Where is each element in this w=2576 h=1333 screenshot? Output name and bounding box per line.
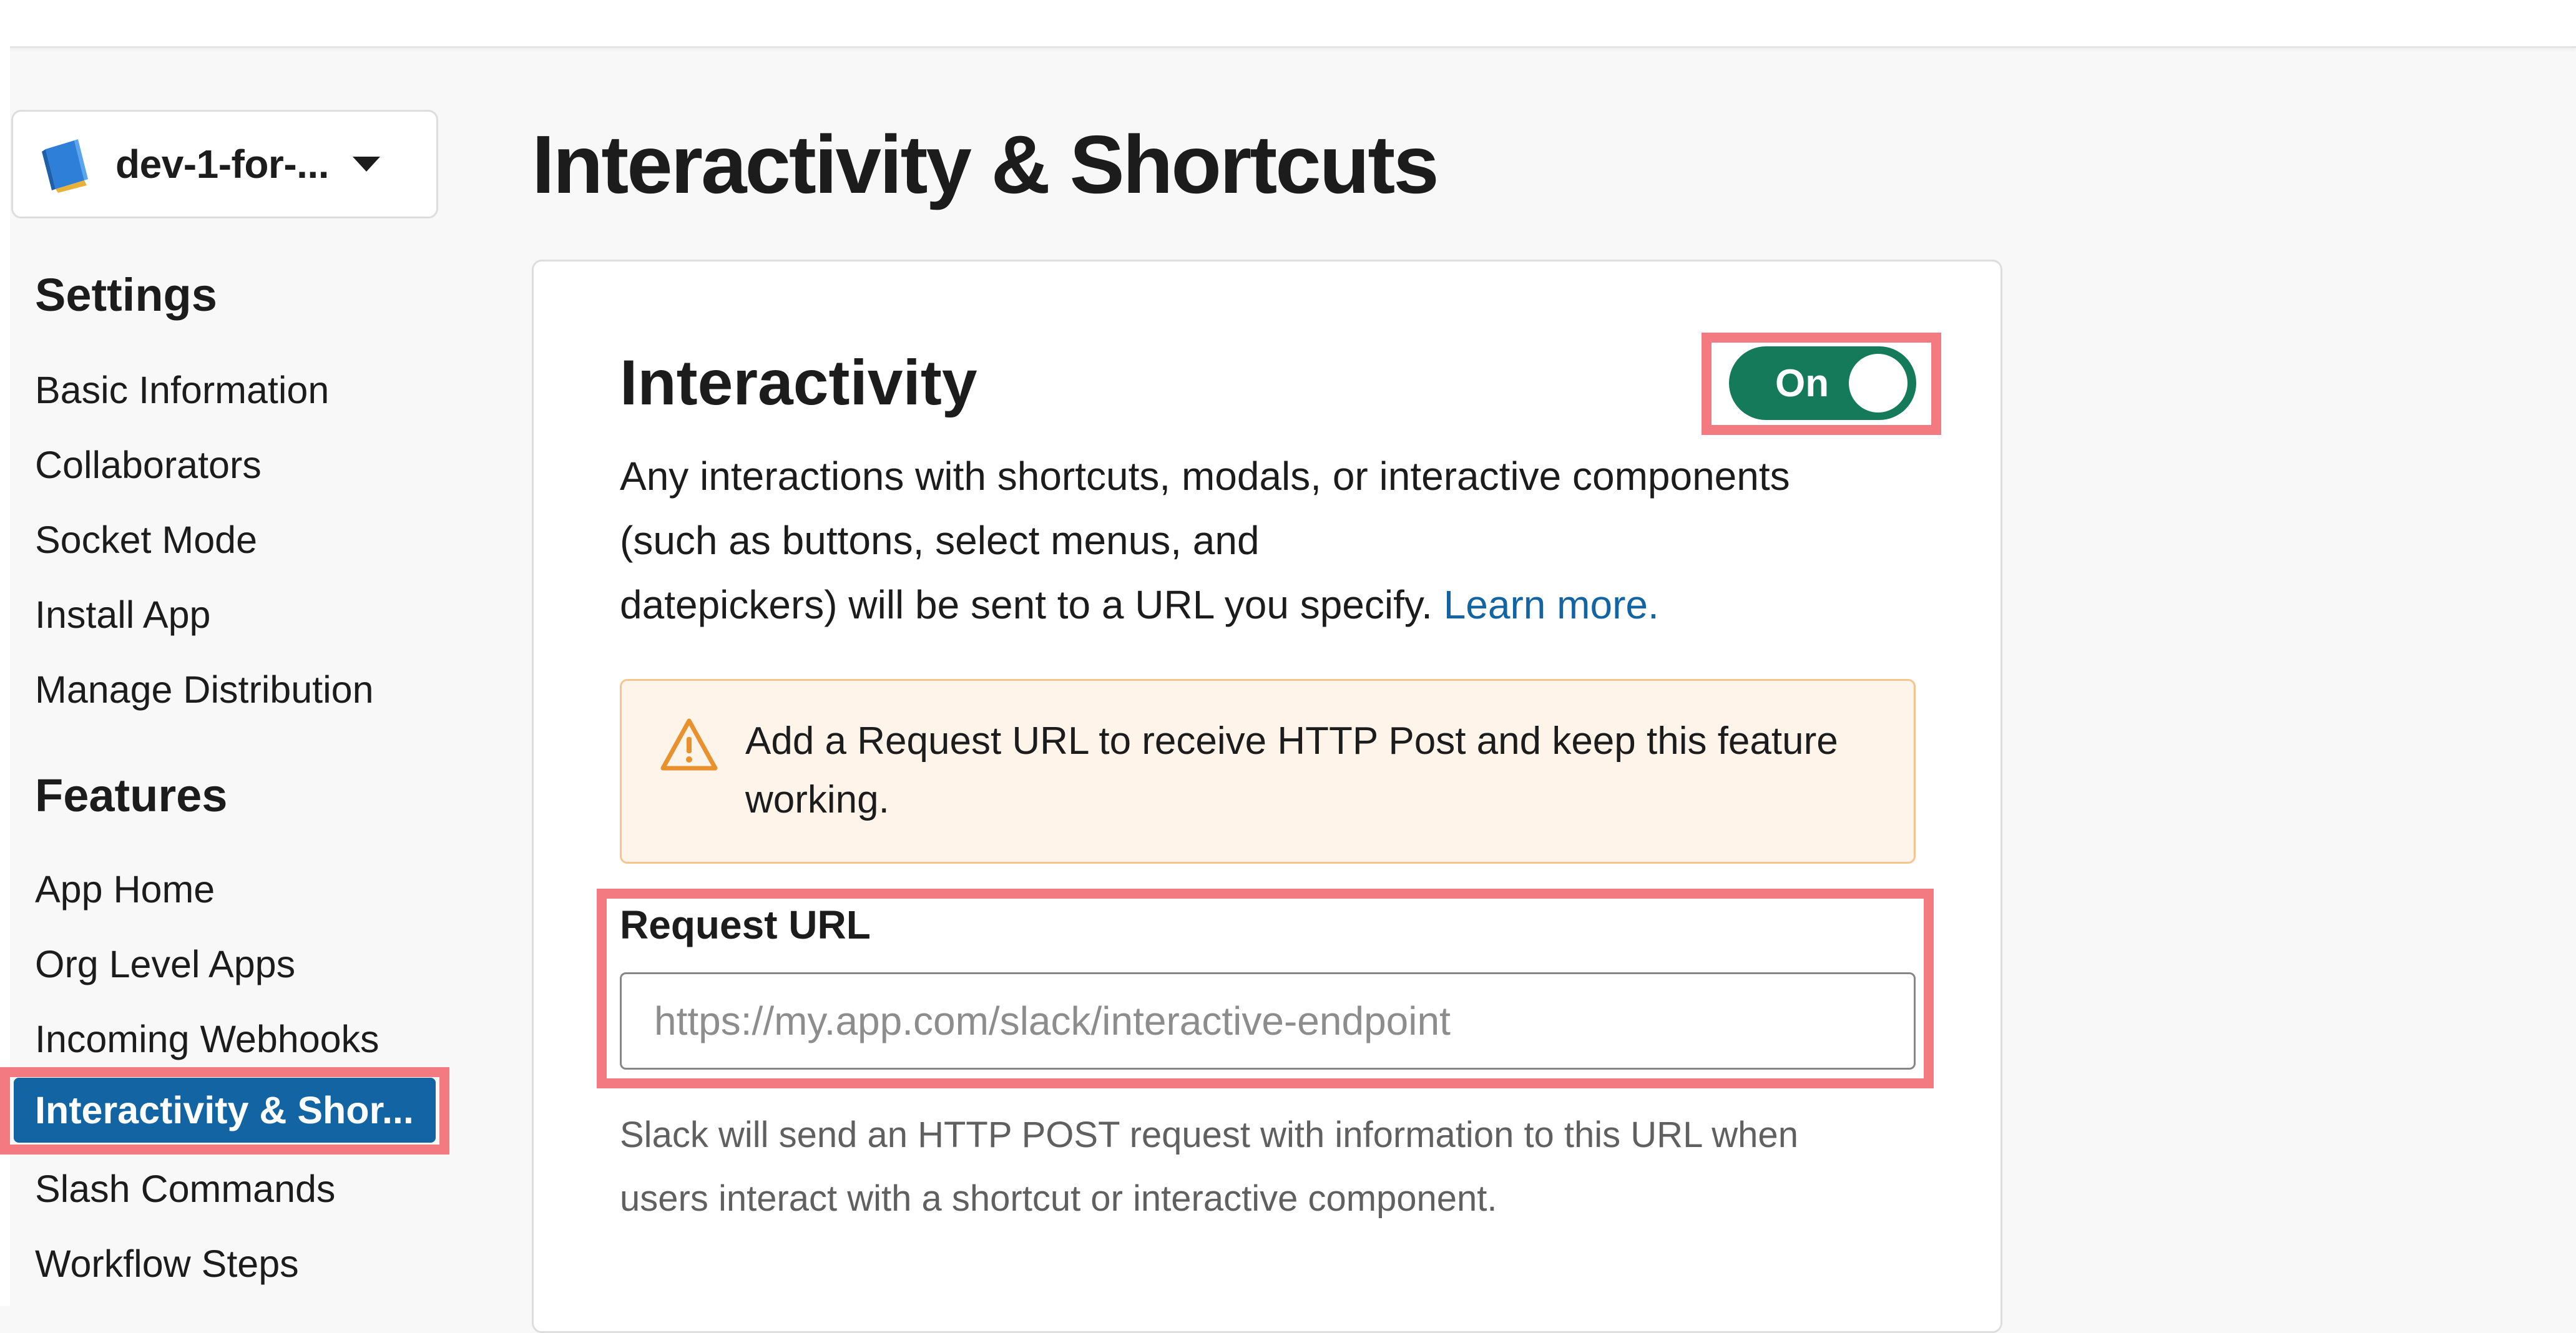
top-bar (0, 0, 2576, 48)
page-title: Interactivity & Shortcuts (532, 119, 1439, 210)
description-line: (such as buttons, select menus, and (620, 518, 1260, 563)
sidebar-item-incoming-webhooks[interactable]: Incoming Webhooks (35, 1017, 380, 1061)
request-url-label: Request URL (620, 902, 871, 947)
sidebar-item-slash-commands[interactable]: Slash Commands (35, 1167, 335, 1211)
description-line-last: datepickers) will be sent to a URL you s… (620, 573, 1931, 637)
sidebar-item-install-app[interactable]: Install App (35, 593, 210, 637)
app-switcher[interactable]: dev-1-for-... (11, 110, 438, 218)
help-line: Slack will send an HTTP POST request wit… (620, 1115, 1798, 1155)
warning-banner: Add a Request URL to receive HTTP Post a… (620, 679, 1916, 864)
app-name: dev-1-for-... (115, 142, 329, 187)
sidebar-item-org-level-apps[interactable]: Org Level Apps (35, 942, 295, 986)
sidebar-item-socket-mode[interactable]: Socket Mode (35, 518, 257, 562)
sidebar-heading-features: Features (35, 769, 228, 821)
sidebar-item-app-home[interactable]: App Home (35, 867, 215, 911)
warning-text: Add a Request URL to receive HTTP Post a… (745, 720, 1838, 821)
chevron-down-icon (352, 157, 380, 172)
interactivity-toggle[interactable]: On (1729, 346, 1916, 420)
left-edge (0, 0, 10, 1306)
section-description: Any interactions with shortcuts, modals,… (620, 444, 1931, 637)
sidebar-item-manage-distribution[interactable]: Manage Distribution (35, 668, 374, 711)
sidebar-heading-settings: Settings (35, 269, 217, 321)
description-line: datepickers) will be sent to a URL you s… (620, 582, 1432, 627)
sidebar-item-interactivity-shortcuts[interactable]: Interactivity & Shor... (14, 1078, 436, 1143)
sidebar-item-workflow-steps[interactable]: Workflow Steps (35, 1242, 299, 1286)
request-url-help: Slack will send an HTTP POST request wit… (620, 1103, 1931, 1231)
book-icon (39, 135, 97, 193)
request-url-input[interactable] (620, 972, 1916, 1070)
toggle-label: On (1775, 361, 1829, 405)
warning-triangle-icon (659, 717, 719, 772)
description-line: Any interactions with shortcuts, modals,… (620, 454, 1790, 499)
toggle-knob (1849, 354, 1908, 413)
help-line: users interact with a shortcut or intera… (620, 1178, 1497, 1219)
sidebar-item-collaborators[interactable]: Collaborators (35, 443, 262, 487)
learn-more-link[interactable]: Learn more. (1444, 582, 1659, 627)
section-title: Interactivity (620, 347, 977, 418)
sidebar-item-basic-information[interactable]: Basic Information (35, 368, 329, 412)
